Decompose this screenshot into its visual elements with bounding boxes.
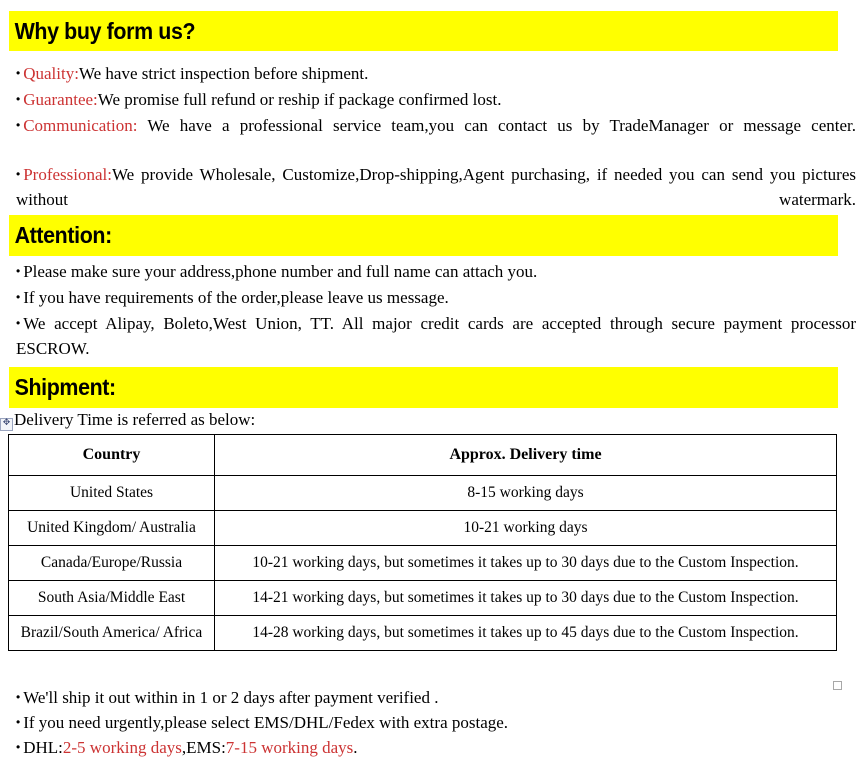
attention-item-2: • If you have requirements of the order,p… xyxy=(16,285,856,310)
section-heading-shipment-label: Shipment: xyxy=(14,374,117,400)
product-description-page: Why buy form us? • Quality:We have strict… xyxy=(0,0,864,764)
section-heading-attention-label: Attention: xyxy=(14,222,113,248)
shipment-note-2-text: If you need urgently,please select EMS/D… xyxy=(23,713,509,732)
why-buy-item-guarantee-label: Guarantee: xyxy=(23,90,98,109)
section-heading-attention: Attention: xyxy=(9,215,838,256)
courier-ems-value: 7-15 working days xyxy=(225,738,354,757)
delivery-time-intro: Delivery Time is referred as below: xyxy=(14,410,256,429)
table-cell-delivery-time: 8-15 working days xyxy=(214,475,837,511)
table-header-country: Country xyxy=(8,434,215,476)
table-cell-country: Canada/Europe/Russia xyxy=(8,545,215,581)
table-move-handle[interactable]: ✥ xyxy=(0,418,13,431)
why-buy-item-quality-label: Quality: xyxy=(23,64,79,83)
shipment-note-1: • We'll ship it out within in 1 or 2 days… xyxy=(16,685,856,710)
table-row: Brazil/South America/ Africa 14-28 worki… xyxy=(8,615,837,651)
why-buy-item-professional-text: We provide Wholesale, Customize,Drop-shi… xyxy=(16,165,856,209)
table-header-row: Country Approx. Delivery time xyxy=(8,434,837,476)
delivery-time-table: Country Approx. Delivery time United Sta… xyxy=(8,434,837,651)
courier-dhl-value: 2-5 working days xyxy=(62,738,182,757)
table-cell-country: United Kingdom/ Australia xyxy=(8,510,215,546)
shipment-note-1-text: We'll ship it out within in 1 or 2 days … xyxy=(23,688,439,707)
section-heading-why-buy-label: Why buy form us? xyxy=(14,17,196,44)
table-cell-country: South Asia/Middle East xyxy=(8,580,215,616)
why-buy-item-quality: • Quality:We have strict inspection befor… xyxy=(16,61,856,86)
attention-item-1-text: Please make sure your address,phone numb… xyxy=(23,262,538,281)
table-header-delivery-time: Approx. Delivery time xyxy=(214,434,837,476)
shipment-note-2: • If you need urgently,please select EMS/… xyxy=(16,710,856,735)
attention-item-2-text: If you have requirements of the order,pl… xyxy=(23,288,449,307)
attention-item-1: • Please make sure your address,phone num… xyxy=(16,259,856,284)
why-buy-item-guarantee: • Guarantee:We promise full refund or res… xyxy=(16,87,856,112)
delivery-time-table-wrapper: Country Approx. Delivery time United Sta… xyxy=(8,434,837,651)
table-row: Canada/Europe/Russia 10-21 working days,… xyxy=(8,545,837,581)
courier-dhl-label: DHL: xyxy=(23,738,63,757)
why-buy-item-guarantee-text: We promise full refund or reship if pack… xyxy=(97,90,502,109)
table-cell-delivery-time: 10-21 working days xyxy=(214,510,837,546)
table-row: South Asia/Middle East 14-21 working day… xyxy=(8,580,837,616)
table-cell-country: Brazil/South America/ Africa xyxy=(8,615,215,651)
table-cell-country: United States xyxy=(8,475,215,511)
why-buy-item-professional-label: Professional: xyxy=(23,165,112,184)
why-buy-item-quality-text: We have strict inspection before shipmen… xyxy=(78,64,369,83)
why-buy-item-communication: • Communication: We have a professional s… xyxy=(16,113,856,163)
section-heading-why-buy: Why buy form us? xyxy=(9,11,838,51)
why-buy-item-communication-label: Communication: xyxy=(23,116,138,135)
shipment-courier-note: • DHL:2-5 working days,EMS:7-15 working d… xyxy=(16,735,856,760)
table-cell-delivery-time: 14-28 working days, but sometimes it tak… xyxy=(214,615,837,651)
courier-ems-label: EMS: xyxy=(186,738,226,757)
section-heading-shipment: Shipment: xyxy=(9,367,838,408)
why-buy-item-communication-text: We have a professional service team,you … xyxy=(137,116,856,135)
table-row: United Kingdom/ Australia 10-21 working … xyxy=(8,510,837,546)
courier-end-punctuation: . xyxy=(353,738,358,757)
attention-item-3-text: We accept Alipay, Boleto,West Union, TT.… xyxy=(16,314,856,358)
table-row: United States 8-15 working days xyxy=(8,475,837,511)
table-cell-delivery-time: 10-21 working days, but sometimes it tak… xyxy=(214,545,837,581)
table-cell-delivery-time: 14-21 working days, but sometimes it tak… xyxy=(214,580,837,616)
